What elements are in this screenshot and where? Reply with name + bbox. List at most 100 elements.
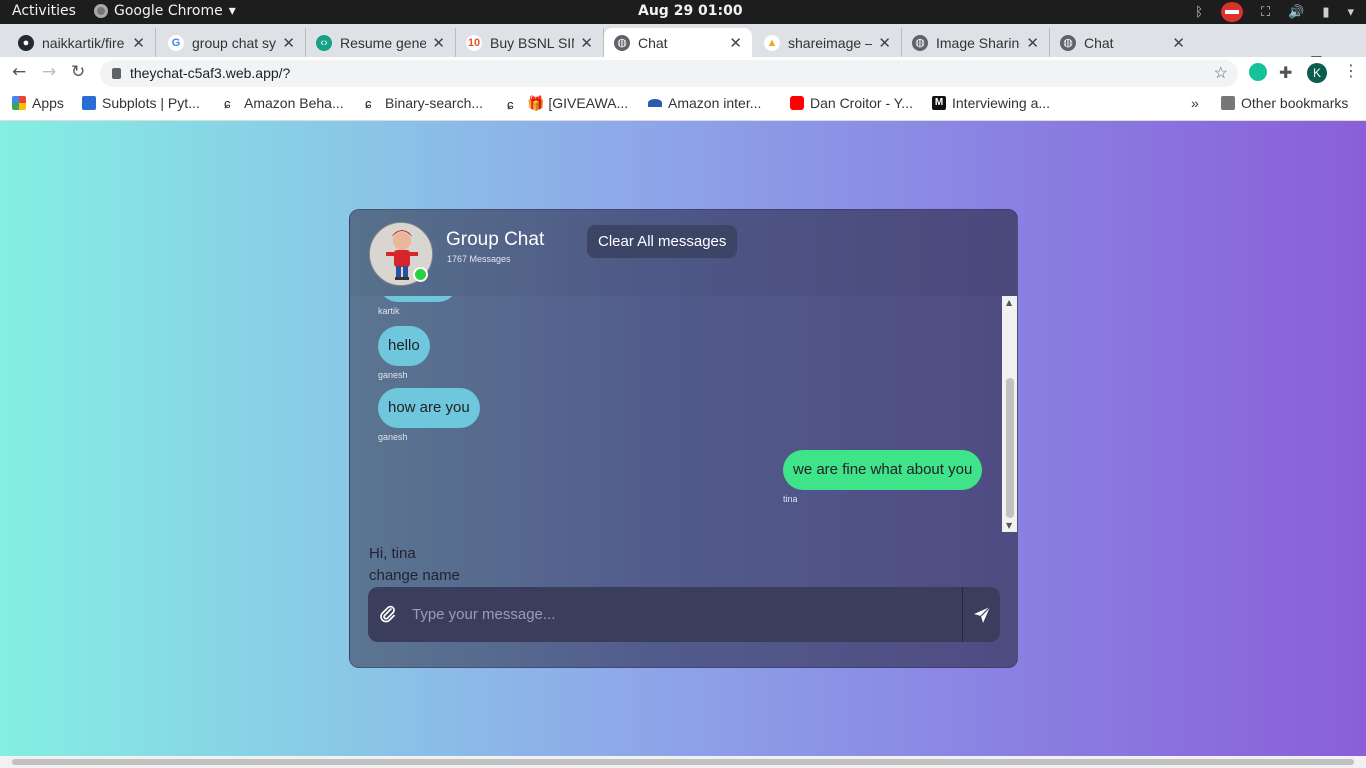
app-name: Google Chrome bbox=[114, 3, 223, 19]
volume-icon[interactable]: 🔊 bbox=[1288, 5, 1304, 20]
system-tray[interactable]: ᛒ ⛶ 🔊 ▮ ▾ bbox=[1195, 2, 1354, 22]
bookmark-label: Amazon Beha... bbox=[244, 95, 344, 111]
message-list[interactable]: kartik hello ganesh how are you ganesh w… bbox=[350, 296, 1017, 532]
bookmark-other[interactable]: Other bookmarks bbox=[1221, 95, 1348, 111]
page-viewport: Group Chat 1767 Messages Clear All messa… bbox=[0, 121, 1366, 756]
chat-window: Group Chat 1767 Messages Clear All messa… bbox=[349, 209, 1018, 668]
bookmark-binary-search[interactable]: ɕ Binary-search... bbox=[365, 95, 483, 111]
folder-icon bbox=[1221, 96, 1235, 110]
url-text: theychat-c5af3.web.app/? bbox=[130, 65, 291, 81]
scroll-up-arrow-icon[interactable]: ▲ bbox=[1006, 298, 1012, 307]
sender-name: tina bbox=[783, 494, 798, 504]
back-arrow-icon[interactable]: ← bbox=[12, 62, 26, 82]
bookmark-giveaway[interactable]: ɕ 🎁 [GIVEAWA... bbox=[507, 95, 628, 112]
tab-bsnl[interactable]: 10 Buy BSNL SIM ✕ bbox=[456, 28, 604, 57]
chart-icon bbox=[82, 96, 96, 110]
forward-arrow-icon[interactable]: → bbox=[42, 62, 56, 82]
google-icon: G bbox=[168, 34, 184, 51]
bluetooth-icon[interactable]: ᛒ bbox=[1195, 5, 1203, 20]
tab-title: naikkartik/fire bbox=[42, 34, 125, 51]
close-icon[interactable]: ✕ bbox=[432, 34, 445, 52]
scroll-down-arrow-icon[interactable]: ▼ bbox=[1006, 521, 1012, 530]
chevron-down-icon[interactable]: ▾ bbox=[1347, 5, 1354, 20]
online-status-indicator bbox=[413, 267, 428, 282]
clear-all-messages-button[interactable]: Clear All messages bbox=[587, 225, 738, 258]
battery-icon[interactable]: ▮ bbox=[1322, 5, 1329, 20]
divider bbox=[962, 587, 963, 642]
message-input[interactable] bbox=[412, 597, 957, 632]
bsnl-icon: 10 bbox=[466, 34, 482, 51]
close-icon[interactable]: ✕ bbox=[878, 34, 891, 52]
change-name-link[interactable]: change name bbox=[369, 567, 460, 584]
tab-title: Buy BSNL SIM bbox=[490, 34, 575, 51]
paperclip-icon[interactable] bbox=[378, 604, 398, 624]
tab-title: Chat bbox=[1084, 34, 1114, 51]
do-not-disturb-icon[interactable] bbox=[1221, 2, 1244, 22]
close-icon[interactable]: ✕ bbox=[1026, 34, 1039, 52]
star-icon[interactable]: ☆ bbox=[1214, 60, 1228, 87]
message-bubble: we are fine what about you bbox=[783, 450, 983, 490]
bookmark-label: Apps bbox=[32, 95, 64, 111]
tab-title: Resume gener bbox=[340, 34, 427, 51]
page-horizontal-scrollbar[interactable] bbox=[0, 756, 1366, 768]
message-scrollbar[interactable]: ▲ ▼ bbox=[1002, 296, 1017, 532]
bookmark-amazon-interview[interactable]: Amazon inter... bbox=[648, 95, 761, 111]
resume-icon: ‹› bbox=[316, 34, 332, 51]
grammarly-icon[interactable] bbox=[1249, 63, 1267, 81]
address-bar[interactable]: theychat-c5af3.web.app/? ☆ bbox=[100, 60, 1238, 87]
bookmark-subplots[interactable]: Subplots | Pyt... bbox=[82, 95, 200, 111]
globe-icon: ◍ bbox=[1060, 34, 1076, 51]
bookmark-label: Binary-search... bbox=[385, 95, 484, 111]
leetcode-icon: ɕ bbox=[224, 96, 231, 111]
clock[interactable]: Aug 29 01:00 bbox=[638, 3, 743, 19]
scrollbar-thumb[interactable] bbox=[12, 759, 1354, 765]
bookmark-apps[interactable]: Apps bbox=[12, 95, 64, 111]
kebab-menu-icon[interactable]: ⋮ bbox=[1343, 61, 1359, 80]
tab-google[interactable]: G group chat sy ✕ bbox=[158, 28, 306, 57]
network-icon[interactable]: ⛶ bbox=[1261, 5, 1270, 20]
scrollbar-thumb[interactable] bbox=[1006, 378, 1014, 518]
bookmark-label: Dan Croitor - Y... bbox=[810, 95, 913, 111]
tab-title: shareimage – bbox=[788, 34, 873, 51]
tab-chat-active[interactable]: ◍ Chat ✕ bbox=[604, 28, 752, 57]
profile-avatar[interactable]: K bbox=[1307, 63, 1327, 83]
leetcode-icon: ɕ bbox=[507, 96, 514, 112]
list-item: how are you ganesh bbox=[378, 388, 480, 442]
app-menu[interactable]: Google Chrome ▾ bbox=[94, 3, 236, 19]
list-item: we are fine what about you tina bbox=[783, 450, 983, 504]
tab-shareimage[interactable]: ▲ shareimage – ✕ bbox=[754, 28, 902, 57]
activities-button[interactable]: Activities bbox=[12, 3, 76, 19]
close-icon[interactable]: ✕ bbox=[1172, 34, 1185, 52]
bookmark-label: Subplots | Pyt... bbox=[102, 95, 200, 111]
chevron-down-icon: ▾ bbox=[228, 3, 236, 19]
close-icon[interactable]: ✕ bbox=[282, 34, 295, 52]
extensions-puzzle-icon[interactable]: ✚ bbox=[1279, 63, 1297, 82]
close-icon[interactable]: ✕ bbox=[132, 34, 145, 52]
message-bubble: how are you bbox=[378, 388, 480, 428]
tab-chat[interactable]: ◍ Chat ✕ bbox=[1050, 28, 1195, 57]
system-top-bar: Activities Google Chrome ▾ Aug 29 01:00 … bbox=[0, 0, 1366, 24]
bookmarks-overflow[interactable]: » bbox=[1191, 95, 1199, 111]
firebase-icon: ▲ bbox=[764, 34, 780, 51]
sender-name: ganesh bbox=[378, 370, 408, 380]
globe-icon: ◍ bbox=[912, 34, 928, 51]
bookmark-interviewing[interactable]: M Interviewing a... bbox=[932, 95, 1050, 111]
message-count: 1767 Messages bbox=[447, 254, 511, 264]
reload-icon[interactable]: ↻ bbox=[71, 62, 85, 82]
youtube-icon bbox=[790, 96, 804, 110]
bookmark-amazon-behavioral[interactable]: ɕ Amazon Beha... bbox=[224, 95, 344, 111]
tab-resume[interactable]: ‹› Resume gener ✕ bbox=[306, 28, 456, 57]
send-icon[interactable] bbox=[972, 605, 992, 625]
list-item: hello ganesh bbox=[378, 326, 430, 380]
bookmark-label: Other bookmarks bbox=[1241, 95, 1349, 111]
close-icon[interactable]: ✕ bbox=[580, 34, 593, 52]
close-icon[interactable]: ✕ bbox=[729, 34, 742, 52]
message-composer bbox=[368, 587, 1000, 642]
tab-github[interactable]: ● naikkartik/fire ✕ bbox=[8, 28, 156, 57]
tab-image-sharing[interactable]: ◍ Image Sharing ✕ bbox=[902, 28, 1050, 57]
bookmark-dan-croitor[interactable]: Dan Croitor - Y... bbox=[790, 95, 913, 111]
chat-title: Group Chat bbox=[446, 229, 545, 250]
chrome-icon bbox=[94, 4, 108, 18]
greeting-text: Hi, tina bbox=[369, 545, 416, 562]
tab-title: group chat sy bbox=[192, 34, 277, 51]
